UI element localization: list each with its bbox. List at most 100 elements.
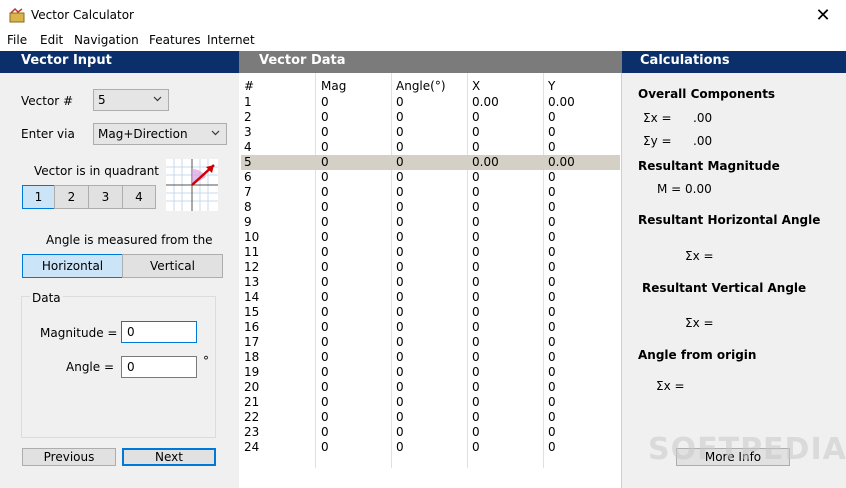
table-row[interactable] bbox=[241, 440, 620, 455]
cell-y[interactable]: 0 bbox=[548, 410, 556, 425]
cell-mag[interactable]: 0 bbox=[321, 350, 329, 365]
cell-x[interactable]: 0 bbox=[472, 410, 480, 425]
cell-y[interactable]: 0 bbox=[548, 260, 556, 275]
cell-num[interactable]: 11 bbox=[244, 245, 259, 260]
cell-x[interactable]: 0 bbox=[472, 305, 480, 320]
cell-y[interactable]: 0.00 bbox=[548, 155, 575, 170]
cell-mag[interactable]: 0 bbox=[321, 185, 329, 200]
menu-file[interactable]: File bbox=[7, 33, 27, 47]
table-row[interactable] bbox=[241, 200, 620, 215]
quadrant-2-button[interactable]: 2 bbox=[54, 185, 89, 209]
close-icon[interactable]: ✕ bbox=[800, 0, 846, 31]
cell-x[interactable]: 0 bbox=[472, 140, 480, 155]
cell-x[interactable]: 0.00 bbox=[472, 155, 499, 170]
cell-angle[interactable]: 0 bbox=[396, 230, 404, 245]
table-row[interactable] bbox=[241, 110, 620, 125]
cell-angle[interactable]: 0 bbox=[396, 110, 404, 125]
cell-angle[interactable]: 0 bbox=[396, 290, 404, 305]
quadrant-4-button[interactable]: 4 bbox=[122, 185, 156, 209]
cell-x[interactable]: 0 bbox=[472, 170, 480, 185]
cell-x[interactable]: 0 bbox=[472, 290, 480, 305]
cell-y[interactable]: 0 bbox=[548, 185, 556, 200]
cell-angle[interactable]: 0 bbox=[396, 185, 404, 200]
cell-num[interactable]: 21 bbox=[244, 395, 259, 410]
menu-internet[interactable]: Internet bbox=[207, 33, 255, 47]
vector-num-select[interactable]: 5 bbox=[93, 89, 169, 111]
cell-mag[interactable]: 0 bbox=[321, 140, 329, 155]
cell-y[interactable]: 0 bbox=[548, 170, 556, 185]
table-row[interactable] bbox=[241, 365, 620, 380]
cell-x[interactable]: 0 bbox=[472, 185, 480, 200]
cell-x[interactable]: 0 bbox=[472, 350, 480, 365]
next-button[interactable]: Next bbox=[122, 448, 216, 466]
cell-y[interactable]: 0 bbox=[548, 290, 556, 305]
cell-y[interactable]: 0 bbox=[548, 230, 556, 245]
cell-angle[interactable]: 0 bbox=[396, 140, 404, 155]
cell-x[interactable]: 0 bbox=[472, 260, 480, 275]
cell-angle[interactable]: 0 bbox=[396, 170, 404, 185]
cell-num[interactable]: 4 bbox=[244, 140, 252, 155]
cell-num[interactable]: 12 bbox=[244, 260, 259, 275]
cell-mag[interactable]: 0 bbox=[321, 230, 329, 245]
table-row[interactable] bbox=[241, 215, 620, 230]
cell-x[interactable]: 0 bbox=[472, 395, 480, 410]
cell-mag[interactable]: 0 bbox=[321, 155, 329, 170]
cell-y[interactable]: 0 bbox=[548, 320, 556, 335]
menu-navigation[interactable]: Navigation bbox=[74, 33, 139, 47]
cell-x[interactable]: 0 bbox=[472, 230, 480, 245]
cell-mag[interactable]: 0 bbox=[321, 125, 329, 140]
cell-y[interactable]: 0 bbox=[548, 245, 556, 260]
cell-num[interactable]: 7 bbox=[244, 185, 252, 200]
cell-x[interactable]: 0 bbox=[472, 200, 480, 215]
cell-num[interactable]: 6 bbox=[244, 170, 252, 185]
cell-angle[interactable]: 0 bbox=[396, 155, 404, 170]
table-row[interactable] bbox=[241, 185, 620, 200]
cell-angle[interactable]: 0 bbox=[396, 410, 404, 425]
cell-angle[interactable]: 0 bbox=[396, 350, 404, 365]
column-header-y[interactable]: Y bbox=[548, 79, 555, 94]
table-row[interactable] bbox=[241, 140, 620, 155]
table-row[interactable] bbox=[241, 230, 620, 245]
cell-x[interactable]: 0 bbox=[472, 110, 480, 125]
cell-num[interactable]: 22 bbox=[244, 410, 259, 425]
cell-x[interactable]: 0 bbox=[472, 380, 480, 395]
cell-mag[interactable]: 0 bbox=[321, 320, 329, 335]
cell-y[interactable]: 0 bbox=[548, 125, 556, 140]
table-row[interactable] bbox=[241, 275, 620, 290]
table-row[interactable] bbox=[241, 425, 620, 440]
cell-num[interactable]: 10 bbox=[244, 230, 259, 245]
cell-num[interactable]: 17 bbox=[244, 335, 259, 350]
cell-num[interactable]: 18 bbox=[244, 350, 259, 365]
table-row[interactable] bbox=[241, 305, 620, 320]
cell-x[interactable]: 0 bbox=[472, 215, 480, 230]
cell-angle[interactable]: 0 bbox=[396, 215, 404, 230]
cell-angle[interactable]: 0 bbox=[396, 335, 404, 350]
cell-y[interactable]: 0 bbox=[548, 110, 556, 125]
table-row[interactable] bbox=[241, 395, 620, 410]
angle-input[interactable]: 0 bbox=[121, 356, 197, 378]
cell-y[interactable]: 0 bbox=[548, 365, 556, 380]
cell-mag[interactable]: 0 bbox=[321, 395, 329, 410]
cell-num[interactable]: 24 bbox=[244, 440, 259, 455]
cell-mag[interactable]: 0 bbox=[321, 200, 329, 215]
cell-mag[interactable]: 0 bbox=[321, 425, 329, 440]
cell-y[interactable]: 0 bbox=[548, 350, 556, 365]
cell-y[interactable]: 0 bbox=[548, 380, 556, 395]
cell-mag[interactable]: 0 bbox=[321, 440, 329, 455]
cell-angle[interactable]: 0 bbox=[396, 305, 404, 320]
cell-x[interactable]: 0 bbox=[472, 440, 480, 455]
cell-y[interactable]: 0 bbox=[548, 440, 556, 455]
cell-x[interactable]: 0 bbox=[472, 245, 480, 260]
cell-angle[interactable]: 0 bbox=[396, 425, 404, 440]
cell-num[interactable]: 20 bbox=[244, 380, 259, 395]
magnitude-input[interactable]: 0 bbox=[121, 321, 197, 343]
cell-x[interactable]: 0.00 bbox=[472, 95, 499, 110]
cell-num[interactable]: 3 bbox=[244, 125, 252, 140]
cell-mag[interactable]: 0 bbox=[321, 335, 329, 350]
table-row[interactable] bbox=[241, 245, 620, 260]
cell-angle[interactable]: 0 bbox=[396, 245, 404, 260]
cell-mag[interactable]: 0 bbox=[321, 95, 329, 110]
cell-x[interactable]: 0 bbox=[472, 335, 480, 350]
table-row[interactable] bbox=[241, 290, 620, 305]
table-row[interactable] bbox=[241, 350, 620, 365]
